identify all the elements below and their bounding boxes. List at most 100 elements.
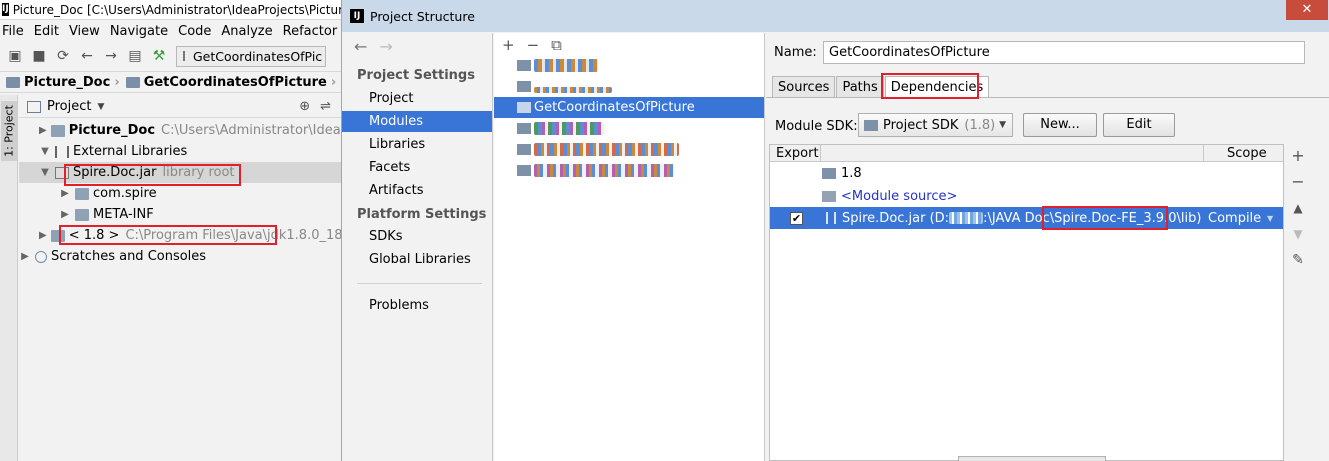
module-sdk-select[interactable]: Project SDK (1.8) ▼ bbox=[858, 113, 1013, 137]
remove-dependency-icon[interactable]: − bbox=[1286, 170, 1310, 194]
module-name: GetCoordinatesOfPicture bbox=[534, 100, 695, 115]
module-item-redacted[interactable] bbox=[494, 55, 764, 76]
module-item-redacted[interactable] bbox=[494, 118, 764, 139]
tree-item-scratches[interactable]: ▶ Scratches and Consoles bbox=[19, 246, 345, 267]
intellij-logo-icon: IJ bbox=[2, 3, 9, 16]
nav-item-artifacts[interactable]: Artifacts bbox=[342, 180, 492, 201]
dependency-name: <Module source> bbox=[841, 188, 958, 204]
close-button[interactable]: ✕ bbox=[1286, 0, 1328, 20]
chevron-right-icon[interactable]: ▶ bbox=[39, 230, 47, 241]
structure-icon[interactable]: ▤ bbox=[126, 47, 144, 65]
chevron-down-icon[interactable]: ▼ bbox=[39, 167, 51, 178]
locate-icon[interactable]: ⊕ bbox=[299, 99, 310, 114]
tab-divider bbox=[766, 97, 1329, 98]
menu-bar: File Edit View Navigate Code Analyze Ref… bbox=[0, 21, 345, 41]
sdk-folder-icon bbox=[864, 119, 878, 131]
new-sdk-button[interactable]: New... bbox=[1023, 113, 1097, 137]
nav-item-modules[interactable]: Modules bbox=[342, 111, 492, 132]
menu-view[interactable]: View bbox=[69, 24, 100, 39]
sync-icon[interactable]: ⟳ bbox=[54, 47, 72, 65]
chevron-right-icon[interactable]: ▶ bbox=[39, 125, 47, 136]
module-item-redacted[interactable] bbox=[494, 160, 764, 181]
tree-label: Picture_Doc bbox=[68, 123, 156, 138]
chevron-down-icon[interactable]: ▼ bbox=[1267, 214, 1273, 223]
project-structure-dialog: IJ Project Structure ✕ ← → Project Setti… bbox=[341, 0, 1329, 461]
nav-item-libraries[interactable]: Libraries bbox=[342, 134, 492, 155]
forward-arrow-icon[interactable]: → bbox=[379, 37, 392, 56]
tree-label: META-INF bbox=[93, 207, 154, 222]
run-configuration-select[interactable]: GetCoordinatesOfPic bbox=[176, 45, 326, 67]
redacted-module-name bbox=[534, 122, 604, 135]
open-folder-icon[interactable]: ▣ bbox=[6, 47, 24, 65]
breadcrumb-item-project[interactable]: Picture_Doc › bbox=[6, 75, 120, 90]
menu-code[interactable]: Code bbox=[178, 24, 211, 39]
nav-item-project[interactable]: Project bbox=[342, 88, 492, 109]
folder-icon bbox=[75, 208, 89, 221]
chevron-down-icon[interactable]: ▼ bbox=[39, 146, 51, 157]
build-hammer-icon[interactable]: ⚒ bbox=[150, 47, 168, 65]
tree-label: Scratches and Consoles bbox=[51, 249, 207, 264]
folder-icon bbox=[50, 124, 65, 137]
column-header-scope[interactable]: Scope bbox=[1227, 146, 1267, 161]
nav-divider bbox=[357, 283, 482, 284]
module-item-redacted[interactable] bbox=[494, 139, 764, 160]
menu-navigate[interactable]: Navigate bbox=[110, 24, 168, 39]
copy-icon[interactable]: ⧉ bbox=[551, 36, 562, 54]
menu-file[interactable]: File bbox=[2, 24, 24, 39]
library-icon bbox=[55, 145, 69, 158]
project-tool-tab[interactable]: 1: Project bbox=[1, 101, 17, 161]
project-view-label[interactable]: Project bbox=[47, 99, 91, 114]
move-up-icon[interactable]: ▲ bbox=[1286, 196, 1310, 220]
forward-arrow-icon[interactable]: → bbox=[102, 47, 120, 65]
menu-refactor[interactable]: Refactor bbox=[283, 24, 338, 39]
settings-nav: ← → Project Settings Project Modules Lib… bbox=[342, 33, 493, 461]
tree-item-external-libraries[interactable]: ▼ External Libraries bbox=[19, 141, 345, 162]
scratches-icon bbox=[35, 250, 47, 263]
module-item-redacted[interactable] bbox=[494, 76, 764, 97]
chevron-down-icon[interactable]: ▼ bbox=[97, 102, 104, 112]
dependency-row-spire-doc[interactable]: ✔ Spire.Doc.jar (D: :\JAVA Doc\ Spire.Do… bbox=[770, 207, 1283, 229]
save-icon[interactable]: ■ bbox=[30, 47, 48, 65]
add-icon[interactable]: + bbox=[502, 36, 515, 54]
dependency-row-jdk[interactable]: 1.8 bbox=[770, 162, 1283, 184]
scope-select[interactable]: Compile bbox=[1208, 211, 1261, 226]
menu-edit[interactable]: Edit bbox=[34, 24, 59, 39]
module-details: Name: GetCoordinatesOfPicture Sources Pa… bbox=[766, 33, 1329, 461]
ide-titlebar: IJ Picture_Doc [C:\Users\Administrator\I… bbox=[0, 0, 345, 20]
project-settings-heading: Project Settings bbox=[357, 68, 475, 83]
tab-paths[interactable]: Paths bbox=[836, 76, 884, 98]
breadcrumb: Picture_Doc› GetCoordinatesOfPicture› sr… bbox=[0, 71, 345, 93]
edit-pencil-icon[interactable]: ✎ bbox=[1286, 248, 1310, 272]
module-folder-icon bbox=[517, 60, 531, 71]
collapse-icon[interactable]: ⇌ bbox=[320, 99, 331, 114]
tool-window-strip: 1: Project bbox=[0, 95, 18, 461]
nav-item-sdks[interactable]: SDKs bbox=[342, 226, 492, 247]
chevron-right-icon[interactable]: ▶ bbox=[59, 209, 71, 220]
highlight-box-jdk bbox=[59, 225, 277, 245]
module-name-field[interactable]: GetCoordinatesOfPicture bbox=[823, 41, 1305, 64]
tree-item-com-spire[interactable]: ▶ com.spire bbox=[19, 183, 345, 204]
chevron-right-icon[interactable]: ▶ bbox=[19, 251, 31, 262]
tab-sources[interactable]: Sources bbox=[772, 76, 836, 98]
back-arrow-icon[interactable]: ← bbox=[78, 47, 96, 65]
breadcrumb-item-module[interactable]: GetCoordinatesOfPicture › bbox=[125, 74, 337, 90]
dependency-row-module-source[interactable]: <Module source> bbox=[770, 185, 1283, 207]
column-header-export[interactable]: Export bbox=[776, 146, 819, 161]
nav-item-problems[interactable]: Problems bbox=[342, 295, 492, 316]
tree-item-meta-inf[interactable]: ▶ META-INF bbox=[19, 204, 345, 225]
main-toolbar: ▣ ■ ⟳ ← → ▤ ⚒ GetCoordinatesOfPic bbox=[0, 43, 345, 69]
nav-item-global-libraries[interactable]: Global Libraries bbox=[342, 249, 492, 270]
menu-analyze[interactable]: Analyze bbox=[221, 24, 272, 39]
tree-item-project-root[interactable]: ▶ Picture_Doc C:\Users\Administrator\Ide… bbox=[19, 120, 345, 141]
run-config-label: GetCoordinatesOfPic bbox=[193, 48, 323, 64]
move-down-icon: ▼ bbox=[1293, 227, 1303, 241]
module-item-selected[interactable]: GetCoordinatesOfPicture bbox=[494, 97, 764, 118]
back-arrow-icon[interactable]: ← bbox=[354, 37, 367, 56]
export-checkbox[interactable]: ✔ bbox=[790, 211, 803, 225]
remove-icon[interactable]: − bbox=[527, 36, 540, 54]
breadcrumb-separator: › bbox=[330, 74, 337, 90]
nav-item-facets[interactable]: Facets bbox=[342, 157, 492, 178]
edit-sdk-button[interactable]: Edit bbox=[1103, 113, 1175, 137]
add-dependency-icon[interactable]: + bbox=[1286, 144, 1310, 168]
chevron-right-icon[interactable]: ▶ bbox=[59, 188, 71, 199]
